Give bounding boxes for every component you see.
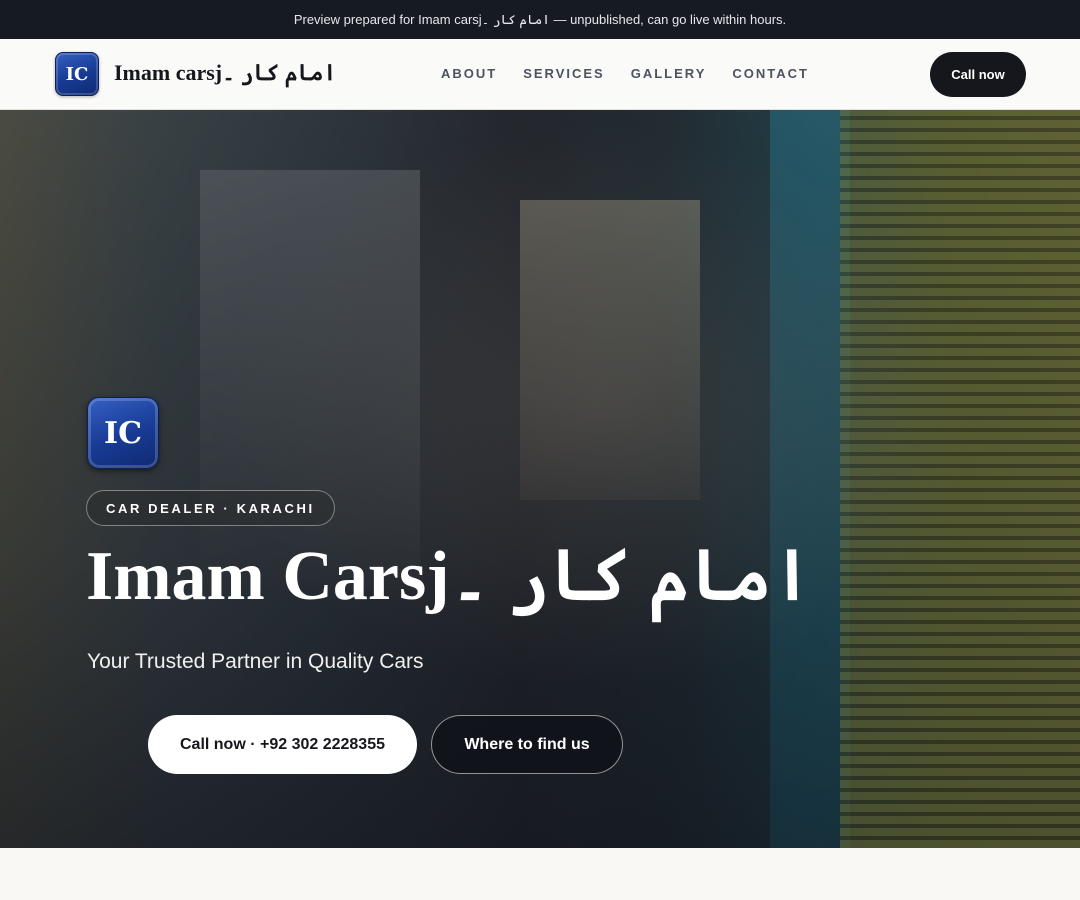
nav-link-services[interactable]: SERVICES — [523, 66, 605, 81]
hero-call-button[interactable]: Call now · +92 302 2228355 — [148, 715, 417, 774]
header-call-button[interactable]: Call now — [930, 52, 1026, 97]
hero-subtitle: Your Trusted Partner in Quality Cars — [87, 650, 424, 673]
preview-banner: Preview prepared for Imam carsjامام کار … — [0, 0, 1080, 39]
hero-directions-button[interactable]: Where to find us — [431, 715, 623, 774]
hero-section: IC CAR DEALER · KARACHI Imam Carsjامام ک… — [0, 110, 1080, 848]
hero-logo: IC — [87, 397, 159, 469]
preview-banner-text: Preview prepared for Imam carsjامام کار … — [293, 11, 787, 27]
hero-title: Imam Carsjامام کار ۔ — [86, 538, 813, 615]
brand-logo-initials: IC — [65, 63, 89, 85]
brand-logo[interactable]: IC — [55, 52, 99, 96]
nav-link-contact[interactable]: CONTACT — [732, 66, 809, 81]
hero-category-tag: CAR DEALER · KARACHI — [86, 490, 335, 526]
brand-name[interactable]: Imam carsjامام کار ۔ — [114, 60, 336, 86]
nav-link-about[interactable]: ABOUT — [441, 66, 497, 81]
nav-link-gallery[interactable]: GALLERY — [631, 66, 707, 81]
main-nav: ABOUT SERVICES GALLERY CONTACT — [441, 66, 809, 81]
site-header: IC Imam carsjامام کار ۔ ABOUT SERVICES G… — [0, 39, 1080, 110]
hero-logo-initials: IC — [104, 415, 142, 451]
